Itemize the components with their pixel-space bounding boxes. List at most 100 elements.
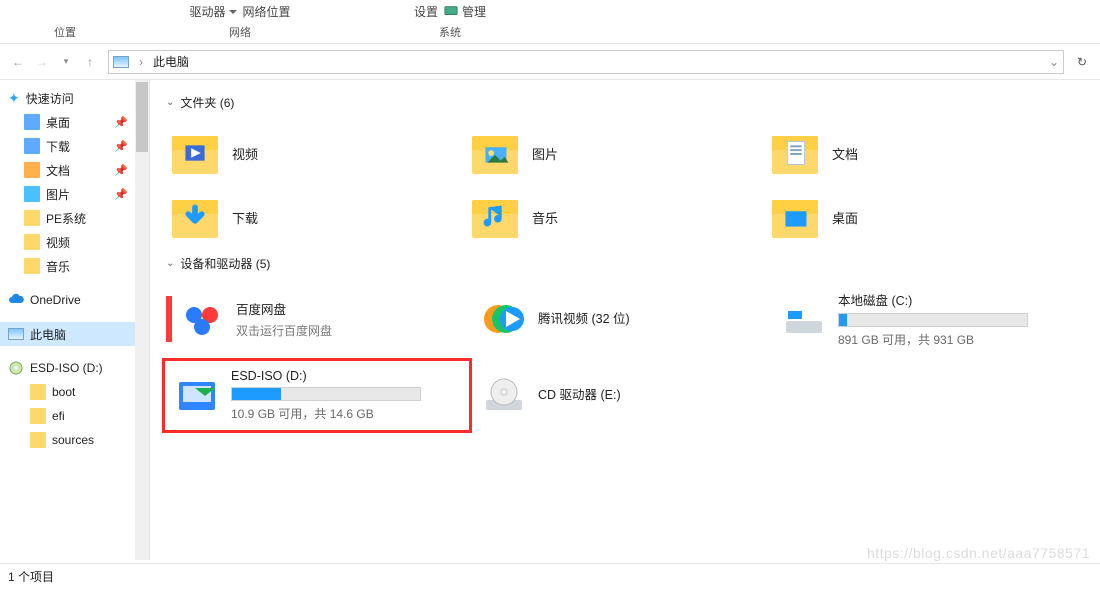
sidebar-item[interactable]: 视频 [0,230,136,254]
folder-icon [30,384,46,400]
device-drive-d[interactable]: ESD-ISO (D:) 10.9 GB 可用，共 14.6 GB [162,358,472,433]
section-folders[interactable]: ⌄ 文件夹 (6) [166,94,1100,111]
chevron-down-icon: ⌄ [166,258,174,269]
sidebar-item[interactable]: efi [0,404,136,428]
device-baidu[interactable]: 百度网盘 双击运行百度网盘 [162,282,472,356]
sidebar-thispc[interactable]: 此电脑 [0,322,136,346]
refresh-button[interactable]: ↻ [1070,50,1094,74]
device-name: 本地磁盘 (C:) [838,290,1042,309]
folder-name: 视频 [232,144,258,163]
folder-icon [24,258,40,274]
ribbon-manage[interactable]: 管理 [444,3,486,20]
device-name: 腾讯视频 (32 位) [538,308,762,327]
sidebar-item[interactable]: 音乐 [0,254,136,278]
sidebar-item[interactable]: boot [0,380,136,404]
sidebar-item-label: efi [52,409,65,423]
folder-icon [24,234,40,250]
status-bar: 1 个项目 [0,563,1100,589]
status-text: 1 个项目 [8,568,54,585]
folder-icon [24,114,40,130]
sidebar-esd[interactable]: ESD-ISO (D:) [0,356,136,380]
device-tencent[interactable]: 腾讯视频 (32 位) [472,282,772,356]
sidebar-item-label: 视频 [46,234,70,251]
address-dropdown[interactable]: ⌄ [1049,55,1059,69]
folder-icon [772,194,818,240]
tencent-icon [482,297,526,341]
folder-name: 下载 [232,208,258,227]
device-drive-e[interactable]: CD 驱动器 (E:) [472,358,772,433]
sidebar-onedrive[interactable]: OneDrive [0,288,136,312]
nav-recent[interactable]: ▾ [54,50,78,74]
hdd-icon [782,297,826,341]
sidebar: ✦ 快速访问 桌面📌下载📌文档📌图片📌PE系统视频音乐 OneDrive 此电脑… [0,80,150,560]
cd-icon [482,374,526,418]
ribbon-drives[interactable]: 驱动器 [189,3,236,20]
pin-icon: 📌 [114,188,128,201]
folder-name: 桌面 [832,208,858,227]
ribbon-netlocation[interactable]: 网络位置 [243,3,291,20]
ribbon-group-network: 网络 [130,24,350,40]
folder-icon [172,130,218,176]
pin-icon: 📌 [114,140,128,153]
folder-tile[interactable]: 图片 [462,121,762,185]
disc-icon [8,360,24,376]
device-drive-c[interactable]: 本地磁盘 (C:) 891 GB 可用，共 931 GB [772,282,1052,356]
sidebar-item-label: 图片 [46,186,70,203]
sidebar-item[interactable]: 图片 📌 [0,182,136,206]
breadcrumb-sep: › [139,55,143,69]
ribbon-group-system: 系统 [350,24,550,40]
sidebar-scrollbar[interactable] [135,80,149,560]
sidebar-item[interactable]: sources [0,428,136,452]
sidebar-item-label: 文档 [46,162,70,179]
folder-tile[interactable]: 下载 [162,185,462,249]
sidebar-label: 快速访问 [26,90,74,107]
watermark: https://blog.csdn.net/aaa7758571 [867,545,1090,561]
device-capacity: 10.9 GB 可用，共 14.6 GB [231,405,459,422]
content-area: ⌄ 文件夹 (6) 视频 图片 文档下载 音乐 桌面 ⌄ 设备和驱动器 (5) 百度网盘… [150,80,1100,560]
folder-icon [24,162,40,178]
folder-icon [30,432,46,448]
folder-name: 图片 [532,144,558,163]
capacity-bar [231,387,421,401]
folder-icon [472,194,518,240]
folder-name: 音乐 [532,208,558,227]
nav-forward: → [30,50,54,74]
folder-icon [172,194,218,240]
folder-icon [30,408,46,424]
folder-tile[interactable]: 音乐 [462,185,762,249]
pc-icon [8,328,24,340]
sidebar-quick-access[interactable]: ✦ 快速访问 [0,86,136,110]
folder-icon [24,210,40,226]
chevron-down-icon: ⌄ [166,97,174,108]
sidebar-item-label: PE系统 [46,210,86,227]
ribbon-settings[interactable]: 设置 [414,3,438,20]
ribbon-group-location: 位置 [0,24,130,40]
device-name: ESD-ISO (D:) [231,369,459,383]
breadcrumb-thispc[interactable]: 此电脑 [147,53,195,70]
section-devices[interactable]: ⌄ 设备和驱动器 (5) [166,255,1100,272]
capacity-bar [838,313,1028,327]
sidebar-label: ESD-ISO (D:) [30,361,103,375]
address-bar: ← → ▾ ↑ › 此电脑 ⌄ ↻ [0,44,1100,80]
address-box[interactable]: › 此电脑 ⌄ [108,50,1064,74]
folder-tile[interactable]: 桌面 [762,185,1062,249]
sidebar-item-label: sources [52,433,94,447]
sidebar-item-label: 音乐 [46,258,70,275]
nav-back[interactable]: ← [6,50,30,74]
ribbon: 位置 驱动器 网络位置 网络 设置 管理 系统 [0,0,1100,44]
folder-icon [772,130,818,176]
sidebar-item[interactable]: 桌面📌 [0,110,136,134]
folder-tile[interactable]: 文档 [762,121,1062,185]
pc-icon [113,56,129,68]
sidebar-item-label: boot [52,385,75,399]
device-capacity: 891 GB 可用，共 931 GB [838,331,1042,348]
sidebar-item[interactable]: PE系统 [0,206,136,230]
folder-icon [24,186,40,202]
folder-tile[interactable]: 视频 [162,121,462,185]
sidebar-item[interactable]: 下载📌 [0,134,136,158]
sidebar-item[interactable]: 文档📌 [0,158,136,182]
device-sub: 双击运行百度网盘 [236,322,462,339]
nav-up[interactable]: ↑ [78,50,102,74]
device-name: CD 驱动器 (E:) [538,384,762,403]
install-disc-icon [175,374,219,418]
